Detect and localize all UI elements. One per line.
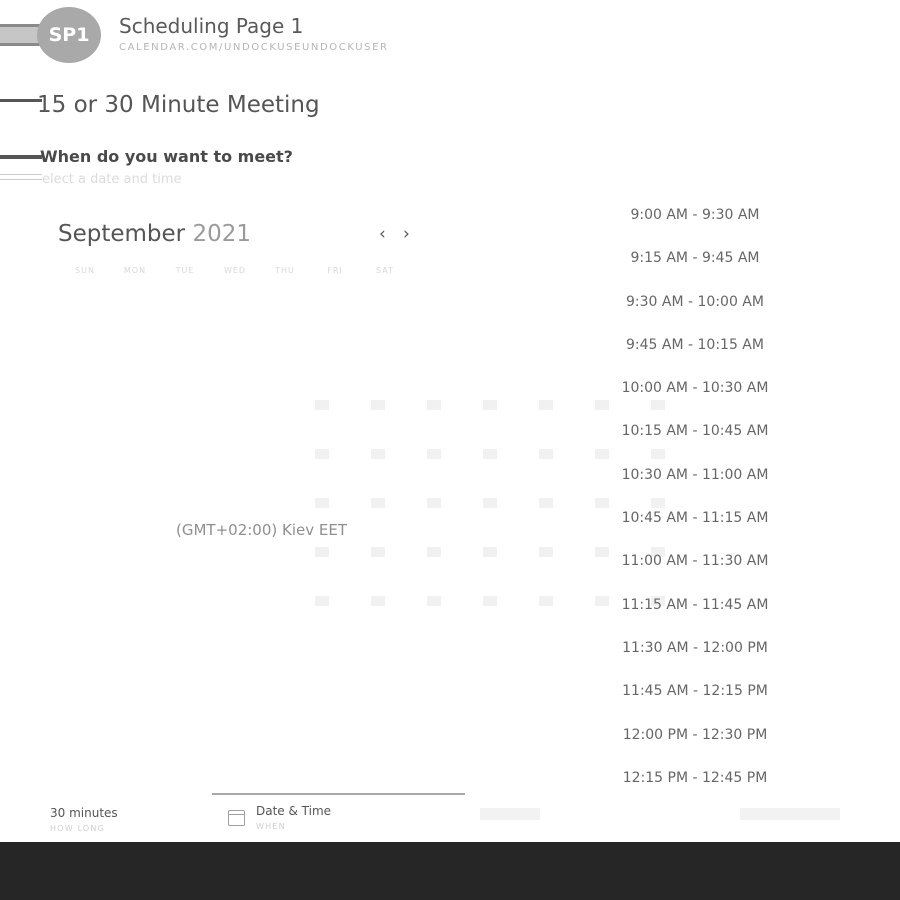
time-slot[interactable]: 9:00 AM - 9:30 AM xyxy=(590,196,800,239)
page-header: SP1 Scheduling Page 1 CALENDAR.COM/UNDOC… xyxy=(0,0,900,70)
duration-step[interactable]: 30 minutes HOW LONG xyxy=(50,806,118,833)
weekday-header: SUN MON TUE WED THU FRI SAT xyxy=(60,266,410,275)
timezone-selector[interactable]: (GMT+02:00) Kiev EET xyxy=(176,521,347,539)
calendar-day-placeholder xyxy=(315,596,329,606)
weekday-fri: FRI xyxy=(327,266,343,275)
calendar-day-placeholder xyxy=(483,449,497,459)
calendar-day-placeholder xyxy=(315,547,329,557)
weekday-tue: TUE xyxy=(175,266,195,275)
calendar-day-placeholder xyxy=(483,596,497,606)
calendar-day-placeholder xyxy=(427,400,441,410)
time-slot[interactable]: 11:45 AM - 12:15 PM xyxy=(590,672,800,715)
hint-marker-1 xyxy=(0,174,42,175)
time-slot[interactable]: 11:00 AM - 11:30 AM xyxy=(590,542,800,585)
month-label: September xyxy=(58,221,186,247)
time-slot[interactable]: 9:45 AM - 10:15 AM xyxy=(590,326,800,369)
time-slot[interactable]: 10:15 AM - 10:45 AM xyxy=(590,412,800,455)
title-marker xyxy=(0,99,42,102)
weekday-mon: MON xyxy=(123,266,147,275)
calendar-day-placeholder xyxy=(483,400,497,410)
calendar-day-placeholder xyxy=(371,449,385,459)
hint-marker-2 xyxy=(0,179,42,180)
time-slot[interactable]: 9:15 AM - 9:45 AM xyxy=(590,239,800,282)
next-step-placeholder xyxy=(480,808,540,820)
prev-month-icon[interactable]: ‹ xyxy=(379,224,386,244)
calendar-day-placeholder xyxy=(371,498,385,508)
meeting-title: 15 or 30 Minute Meeting xyxy=(37,92,320,118)
duration-value: 30 minutes xyxy=(50,806,118,820)
calendar-day-placeholder xyxy=(539,547,553,557)
calendar-day-placeholder xyxy=(315,498,329,508)
calendar-icon xyxy=(228,810,245,826)
next-month-icon[interactable]: › xyxy=(403,224,410,244)
page-title: Scheduling Page 1 xyxy=(119,14,304,38)
year-label: 2021 xyxy=(192,221,251,247)
calendar-month: September 2021 xyxy=(58,221,251,247)
page-url[interactable]: CALENDAR.COM/UNDOCKUSEUNDOCKUSER xyxy=(119,42,389,53)
final-step-placeholder xyxy=(740,808,840,820)
calendar-day-placeholder xyxy=(427,596,441,606)
calendar-day-placeholder xyxy=(483,498,497,508)
duration-caption: HOW LONG xyxy=(50,824,106,833)
calendar-day-placeholder xyxy=(315,449,329,459)
calendar-day-placeholder xyxy=(315,400,329,410)
instruction-text: elect a date and time xyxy=(42,172,182,187)
date-time-caption: WHEN xyxy=(256,822,286,831)
time-slot[interactable]: 10:45 AM - 11:15 AM xyxy=(590,499,800,542)
question-heading: When do you want to meet? xyxy=(40,147,293,166)
weekday-sun: SUN xyxy=(75,266,95,275)
calendar-day-placeholder xyxy=(427,449,441,459)
time-slot[interactable]: 12:00 PM - 12:30 PM xyxy=(590,716,800,759)
time-slot[interactable]: 11:30 AM - 12:00 PM xyxy=(590,629,800,672)
time-slot[interactable]: 10:30 AM - 11:00 AM xyxy=(590,456,800,499)
weekday-sat: SAT xyxy=(376,266,394,275)
time-slot[interactable]: 9:30 AM - 10:00 AM xyxy=(590,283,800,326)
calendar-day-placeholder xyxy=(371,596,385,606)
calendar-day-placeholder xyxy=(483,547,497,557)
time-slot-list: 9:00 AM - 9:30 AM 9:15 AM - 9:45 AM 9:30… xyxy=(590,196,800,802)
calendar-day-placeholder xyxy=(539,400,553,410)
time-slot[interactable]: 10:00 AM - 10:30 AM xyxy=(590,369,800,412)
date-time-label: Date & Time xyxy=(256,804,332,818)
time-slot[interactable]: 11:15 AM - 11:45 AM xyxy=(590,586,800,629)
weekday-thu: THU xyxy=(275,266,295,275)
calendar-day-placeholder xyxy=(539,596,553,606)
active-step-indicator xyxy=(212,793,465,795)
calendar-day-placeholder xyxy=(371,547,385,557)
weekday-wed: WED xyxy=(223,266,247,275)
calendar-day-placeholder xyxy=(371,400,385,410)
step-footer: 30 minutes HOW LONG Date & Time WHEN xyxy=(0,790,900,842)
calendar-day-placeholder xyxy=(427,547,441,557)
question-marker xyxy=(0,155,42,159)
calendar-day-placeholder xyxy=(427,498,441,508)
avatar: SP1 xyxy=(37,7,101,63)
calendar-day-placeholder xyxy=(539,498,553,508)
calendar-day-grid xyxy=(295,390,665,610)
calendar-day-placeholder xyxy=(539,449,553,459)
bottom-bar xyxy=(0,842,900,900)
